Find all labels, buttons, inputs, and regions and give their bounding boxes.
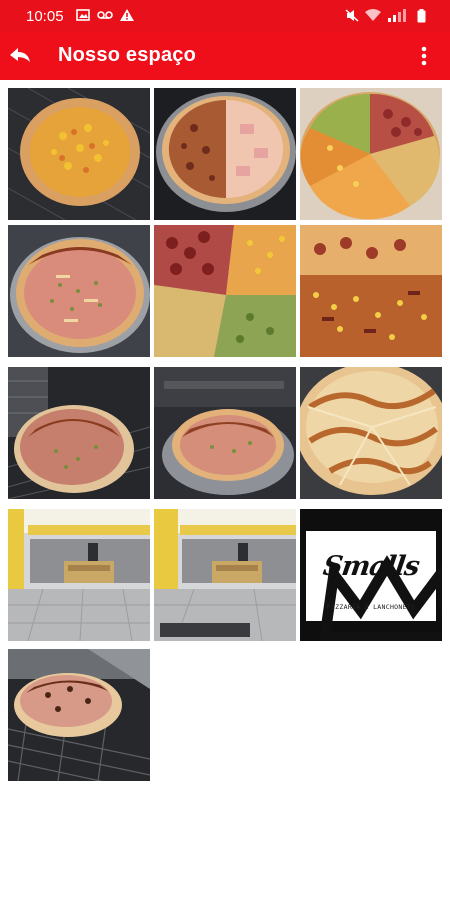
gallery-photo[interactable] (154, 88, 296, 220)
pizza-image (300, 367, 442, 499)
gallery-photo[interactable] (300, 367, 442, 499)
pizza-image (154, 225, 296, 357)
status-time: 10:05 (26, 8, 64, 25)
gallery-photo[interactable] (8, 88, 150, 220)
pizza-image (8, 649, 150, 781)
logo-name: Smalls (321, 551, 421, 582)
logo: Smalls PIZZARIA E LANCHONETE (306, 531, 442, 641)
gallery-photo[interactable] (8, 367, 150, 499)
gallery-photo[interactable] (154, 367, 296, 499)
interior-image (8, 509, 150, 641)
status-icons-right (345, 9, 426, 23)
image-icon (76, 9, 90, 21)
gallery-photo[interactable] (300, 88, 442, 220)
mute-icon (345, 9, 359, 22)
signal-icon (388, 9, 406, 22)
gallery-photo[interactable] (8, 509, 150, 641)
interior-image (154, 509, 296, 641)
wifi-icon (365, 9, 381, 21)
gallery-photo-logo[interactable]: Smalls PIZZARIA E LANCHONETE (300, 509, 442, 641)
pizza-image (300, 88, 442, 220)
pizza-image (8, 225, 150, 357)
pizza-image (154, 367, 296, 499)
voicemail-icon (97, 11, 113, 19)
app-bar: Nosso espaço (0, 32, 450, 80)
pizza-image (154, 88, 296, 220)
pizza-image (8, 88, 150, 220)
page-title: Nosso espaço (58, 44, 197, 66)
status-icons-left (76, 9, 134, 21)
back-button[interactable] (6, 42, 34, 70)
pizza-image (8, 367, 150, 499)
status-bar: 10:05 (0, 0, 450, 32)
gallery-photo[interactable] (8, 649, 150, 781)
battery-icon (417, 9, 426, 23)
photo-gallery: Smalls PIZZARIA E LANCHONETE (0, 80, 450, 900)
pizza-image (300, 225, 442, 357)
gallery-photo[interactable] (154, 509, 296, 641)
logo-subtitle: PIZZARIA E LANCHONETE (326, 603, 416, 611)
more-options-button[interactable] (408, 40, 440, 72)
gallery-photo[interactable] (8, 225, 150, 357)
back-arrow-icon (10, 48, 30, 62)
more-vert-icon (421, 46, 427, 66)
gallery-photo[interactable] (154, 225, 296, 357)
gallery-photo[interactable] (300, 225, 442, 357)
warning-icon (120, 9, 134, 21)
